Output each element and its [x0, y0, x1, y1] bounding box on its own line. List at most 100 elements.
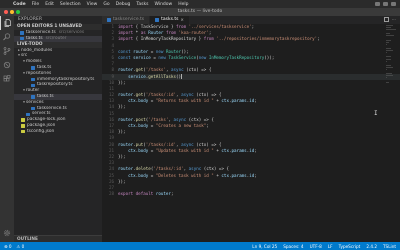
code-text: }); [118, 153, 126, 159]
minimap-line [386, 50, 393, 52]
language-mode[interactable]: TypeScript [339, 244, 361, 249]
menu-help[interactable]: Help [175, 2, 191, 7]
code-line[interactable]: 28 export default router; [102, 191, 400, 197]
window-title: tasks.ts — live-todo [177, 9, 223, 14]
minimap-line [386, 66, 393, 68]
open-editors-list: taskservice.ts src/services tasks.ts src/ro… [14, 30, 102, 42]
minimap-line [386, 75, 393, 77]
editor-actions: ··· [384, 17, 397, 22]
menu-code[interactable]: Code [10, 2, 29, 7]
minimap-line [386, 29, 396, 31]
tree-item-label: tsconfig.json [27, 128, 55, 134]
editor-tabs: taskservice.ts tasks.ts × ··· [102, 16, 400, 24]
explorer-sidebar: EXPLORER OPEN EDITORS 1 UNSAVED taskserv… [14, 16, 102, 242]
line-number: 28 [108, 191, 114, 197]
tab-label: tasks.ts [161, 17, 179, 22]
activity-bar [0, 16, 14, 242]
minimap-line [386, 73, 392, 75]
tab-tasks[interactable]: tasks.ts × [150, 16, 190, 24]
search-icon[interactable] [0, 30, 14, 44]
typescript-file-icon [31, 66, 35, 70]
typescript-file-icon [26, 112, 30, 116]
text-cursor-icon: I [374, 110, 378, 117]
lint-status[interactable]: TSLint [383, 244, 396, 249]
menu-tasks[interactable]: Tasks [133, 2, 151, 7]
code-text: import { InMemoryTaskRepository } from '… [118, 36, 320, 42]
code-text: }); [118, 129, 126, 135]
menubar: Code File Edit Selection View Go Debug T… [0, 0, 400, 8]
json-file-icon [21, 118, 25, 122]
code-text: export default router; [118, 191, 174, 197]
end-of-line[interactable]: LF [328, 244, 333, 249]
minimap-line [386, 39, 391, 41]
menu-view[interactable]: View [84, 2, 101, 7]
code-text: ctx.body = "Creates a new task"; [118, 123, 209, 128]
tab-taskservice[interactable]: taskservice.ts [102, 16, 151, 24]
window-titlebar: tasks.ts — live-todo [0, 8, 400, 16]
explorer-title: EXPLORER [18, 17, 43, 22]
open-editor-label: tasks.ts [26, 35, 43, 41]
split-editor-icon[interactable] [384, 17, 389, 22]
minimap-line [386, 25, 393, 26]
menu-debug[interactable]: Debug [113, 2, 134, 7]
code-text: ctx.body = "Deletes task with id " + ctx… [118, 172, 257, 178]
minimap-line [386, 33, 390, 35]
more-actions-icon[interactable]: ··· [392, 17, 397, 22]
minimap-line [386, 81, 389, 83]
typescript-version[interactable]: 2.4.2 [366, 244, 377, 249]
tab-label: taskservice.ts [113, 17, 145, 22]
minimap-line [386, 27, 391, 29]
code-text: ctx.body = "Updates task with id " + ctx… [118, 147, 257, 153]
code-text: }); [118, 178, 126, 184]
source-control-icon[interactable] [0, 44, 14, 58]
cursor-position[interactable]: Ln 9, Col 25 [252, 244, 277, 249]
file-tree: ▸ node_modules ▾ src ▾ models task.ts ▾ reposito… [14, 48, 102, 135]
settings-gear-icon[interactable] [0, 226, 14, 240]
close-tab-icon[interactable]: × [181, 16, 184, 24]
code-text: }); [118, 104, 126, 110]
indentation[interactable]: Spaces: 4 [283, 244, 303, 249]
json-file-icon [21, 129, 25, 134]
errors-indicator[interactable]: ⊗ 0 [4, 244, 12, 249]
menu-go[interactable]: Go [100, 2, 112, 7]
encoding[interactable]: UTF-8 [310, 244, 322, 249]
status-icon[interactable] [383, 2, 388, 6]
code-text: const service = new TaskService(new InMe… [118, 54, 275, 60]
editor-area: taskservice.ts tasks.ts × ··· 1 import { … [102, 16, 400, 242]
status-icon[interactable] [391, 2, 396, 6]
status-bar: ⊗ 0 ⚠ 0 Ln 9, Col 25 Spaces: 4 UTF-8 LF … [0, 242, 400, 250]
minimap-line [386, 58, 391, 60]
menu-file[interactable]: File [29, 2, 43, 7]
typescript-file-icon [31, 77, 35, 82]
text-caret [181, 74, 182, 79]
minimap-line [386, 56, 391, 58]
minimap-line [386, 41, 390, 43]
typescript-file-icon [31, 106, 35, 111]
code-text: }); [118, 79, 126, 85]
typescript-file-icon [107, 18, 111, 22]
menu-selection[interactable]: Selection [57, 2, 84, 7]
typescript-file-icon [155, 18, 160, 22]
code-editor[interactable]: 1 import { TaskService } from '../service… [102, 24, 400, 242]
typescript-file-icon [20, 36, 24, 41]
tree-file[interactable]: tsconfig.json [14, 129, 102, 135]
outline-header[interactable]: OUTLINE [14, 235, 102, 242]
menubar-status-icons [375, 2, 400, 6]
warnings-indicator[interactable]: ⚠ 0 [17, 244, 25, 249]
minimap[interactable] [386, 25, 396, 85]
status-icon[interactable] [375, 2, 380, 6]
code-text: service.getAllTasks() [118, 73, 182, 79]
extensions-icon[interactable] [0, 72, 14, 86]
explorer-icon[interactable] [0, 16, 14, 30]
debug-icon[interactable] [0, 58, 14, 72]
menu-window[interactable]: Window [151, 2, 175, 7]
typescript-file-icon [31, 95, 35, 99]
typescript-file-icon [20, 31, 24, 35]
json-file-icon [21, 124, 25, 128]
menu-edit[interactable]: Edit [42, 2, 57, 7]
code-text: ctx.body = "Returns task with id " + ctx… [118, 98, 257, 104]
tree-item-label: taskrepository.ts [37, 82, 73, 88]
minimap-line [386, 64, 392, 66]
open-editor-path: src/router [45, 35, 67, 41]
typescript-file-icon [31, 83, 35, 88]
